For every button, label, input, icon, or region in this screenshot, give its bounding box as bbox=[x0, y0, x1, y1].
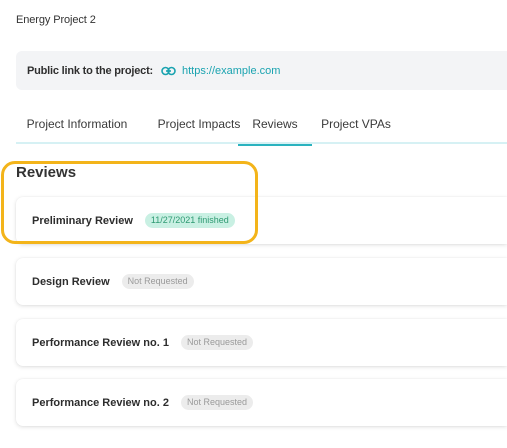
review-card-preliminary[interactable]: Preliminary Review 11/27/2021 finished bbox=[16, 197, 507, 244]
status-badge: Not Requested bbox=[180, 335, 253, 350]
tab-reviews[interactable]: Reviews bbox=[238, 104, 312, 146]
public-link-bar: Public link to the project: https://exam… bbox=[16, 51, 507, 90]
public-link-url[interactable]: https://example.com bbox=[182, 65, 280, 77]
section-title: Reviews bbox=[16, 164, 77, 181]
review-title: Preliminary Review bbox=[32, 214, 133, 227]
project-title: Energy Project 2 bbox=[16, 14, 96, 26]
status-badge: Not Requested bbox=[180, 395, 253, 410]
review-card-performance-1[interactable]: Performance Review no. 1 Not Requested bbox=[16, 319, 507, 366]
review-title: Performance Review no. 1 bbox=[32, 336, 169, 349]
review-card-performance-2[interactable]: Performance Review no. 2 Not Requested bbox=[16, 379, 507, 426]
public-link-label: Public link to the project: bbox=[27, 64, 153, 77]
tab-project-information[interactable]: Project Information bbox=[16, 104, 138, 144]
tab-project-vpas[interactable]: Project VPAs bbox=[312, 104, 400, 144]
status-badge: Not Requested bbox=[121, 274, 194, 289]
status-badge: 11/27/2021 finished bbox=[144, 213, 235, 228]
link-icon bbox=[161, 65, 176, 77]
review-title: Design Review bbox=[32, 275, 110, 288]
review-title: Performance Review no. 2 bbox=[32, 396, 169, 409]
tab-bar: Project Information Project Impacts Revi… bbox=[16, 104, 507, 146]
review-card-design[interactable]: Design Review Not Requested bbox=[16, 258, 507, 305]
